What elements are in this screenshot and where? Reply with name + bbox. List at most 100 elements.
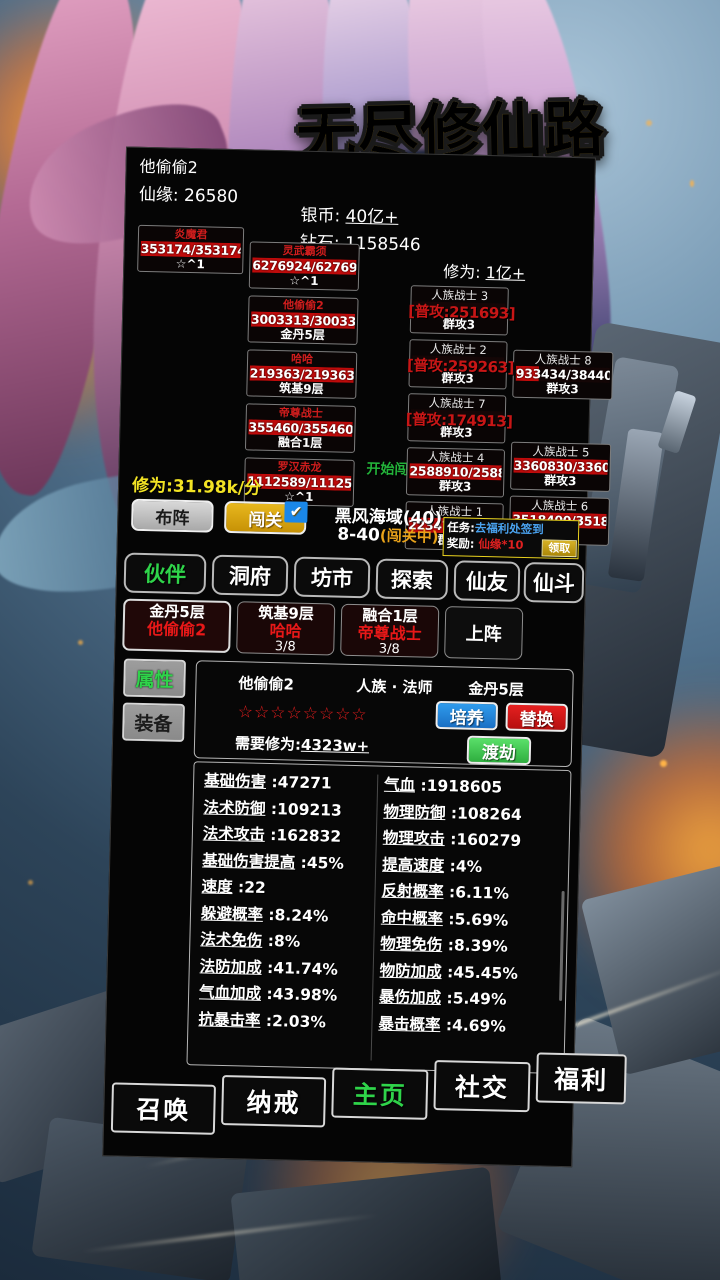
bottom-nav-storage[interactable]: 纳戒 bbox=[221, 1074, 327, 1128]
task-key: 任务: bbox=[447, 520, 475, 535]
ally-hp-bar: 353174/353174 bbox=[140, 240, 241, 258]
bottom-nav-summon[interactable]: 召唤 bbox=[110, 1082, 216, 1135]
enemy-hp-text: 933434/3844060 bbox=[515, 365, 610, 383]
party-slot[interactable]: 金丹5层 他偷偷2 bbox=[122, 598, 232, 654]
nav-tab-xiandou[interactable]: 仙斗 bbox=[523, 561, 585, 604]
stage-status: (闯关中) bbox=[379, 526, 439, 546]
cultivation-rate: 修为:31.98k/分 bbox=[131, 475, 262, 499]
nav-tab-fangshi[interactable]: 坊市 bbox=[293, 556, 371, 599]
party-slot[interactable]: 融合1层 帝尊战士 3/8 bbox=[340, 603, 440, 658]
ally-name: 炎魔君 bbox=[174, 227, 208, 242]
ally-hp-bar: 6276924/6276924 bbox=[252, 257, 357, 275]
stat-key: 速度 bbox=[201, 877, 233, 897]
ally-card[interactable]: 帝尊战士 355460/355460 融合1层 bbox=[244, 403, 357, 454]
stat-row: 物理防御 :108264 bbox=[383, 802, 522, 824]
reward-value: 仙缘*10 bbox=[478, 536, 524, 552]
replace-button[interactable]: 替换 bbox=[505, 702, 569, 733]
tribulation-button[interactable]: 渡劫 bbox=[466, 735, 532, 766]
stat-key: 基础伤害提高 bbox=[202, 850, 296, 872]
claim-button[interactable]: 领取 bbox=[541, 539, 577, 558]
bottom-nav-welfare[interactable]: 福利 bbox=[535, 1052, 627, 1105]
enemy-card[interactable]: 人族战士 5 3360830/3360830 群攻3 bbox=[510, 441, 612, 492]
stat-row: 法防加成 :41.74% bbox=[199, 956, 339, 979]
stat-value: 109213 bbox=[276, 799, 343, 820]
xiuwei-value: 1亿+ bbox=[485, 262, 526, 283]
stat-value: 45% bbox=[306, 853, 345, 873]
stat-row: 气血加成 :43.98% bbox=[198, 983, 338, 1005]
party-slot-fraction: 3/8 bbox=[378, 641, 400, 657]
required-cultivation-label: 需要修为: bbox=[234, 734, 302, 754]
ally-card[interactable]: 他偷偷2 3003313/3003313 金丹5层 bbox=[247, 295, 359, 346]
stat-value: 8.39% bbox=[453, 936, 508, 956]
xiuwei-label: 修为: bbox=[442, 261, 486, 282]
party-slot[interactable]: 筑基9层 哈哈 3/8 bbox=[236, 601, 336, 656]
enemy-rank: 群攻3 bbox=[546, 381, 579, 397]
formation-button[interactable]: 布阵 bbox=[131, 498, 214, 533]
player-name: 他偷偷2 bbox=[139, 156, 198, 178]
party-slot-name: 他偷偷2 bbox=[146, 618, 207, 640]
stat-row: 基础伤害 :47271 bbox=[203, 771, 332, 793]
enemy-name: 人族战士 8 bbox=[534, 352, 592, 368]
stat-row: 速度 :22 bbox=[201, 877, 267, 897]
stat-value: 45.45% bbox=[453, 962, 519, 983]
silver-label: 银币: bbox=[300, 205, 346, 227]
nav-tab-dongfu[interactable]: 洞府 bbox=[211, 554, 289, 597]
stat-value: 5.49% bbox=[452, 989, 507, 1009]
stat-value: 108264 bbox=[456, 803, 522, 824]
task-box[interactable]: 任务:去福利处签到 奖励: 仙缘*10 领取 bbox=[442, 517, 580, 560]
ui-content: 他偷偷2 仙缘: 26580 银币: 40亿+ 钻石: 1158546 修为: … bbox=[102, 146, 627, 1167]
stat-value: 5.69% bbox=[454, 909, 509, 930]
stat-row: 抗暴击率 :2.03% bbox=[198, 1009, 327, 1031]
stat-row: 物理免伤 :8.39% bbox=[380, 934, 508, 956]
ally-card[interactable]: 哈哈 219363/219363 筑基9层 bbox=[246, 349, 358, 400]
stat-key: 暴击概率 bbox=[378, 1014, 441, 1034]
bottom-nav-social[interactable]: 社交 bbox=[433, 1059, 531, 1113]
stat-key: 物理防御 bbox=[383, 802, 446, 822]
enemy-rank: 群攻3 bbox=[438, 478, 472, 494]
stat-row: 暴击概率 :4.69% bbox=[378, 1014, 507, 1036]
xiuwei-counter: 修为: 1亿+ bbox=[443, 258, 526, 284]
character-info-card: 他偷偷2 人族 · 法师 金丹5层 ☆☆☆☆☆☆☆☆ 需要修为:4323w+ 培… bbox=[193, 660, 574, 768]
required-cultivation: 需要修为:4323w+ bbox=[235, 732, 370, 756]
game-ui-overlay: 他偷偷2 仙缘: 26580 银币: 40亿+ 钻石: 1158546 修为: … bbox=[102, 146, 627, 1168]
stat-key: 基础伤害 bbox=[203, 771, 267, 791]
ally-card[interactable]: 灵武霸须 6276924/6276924 ☆^1 bbox=[248, 241, 360, 292]
cultivate-button[interactable]: 培养 bbox=[435, 700, 499, 731]
stat-value: 22 bbox=[244, 878, 267, 897]
enemy-card[interactable]: 人族战士 4 2588910/2588910 群攻3 bbox=[405, 447, 506, 498]
ally-hp-text: 3003313/3003313 bbox=[250, 311, 356, 329]
character-race-class: 人族 · 法师 bbox=[356, 677, 433, 697]
stat-value: 43.98% bbox=[272, 985, 338, 1005]
side-tab-attributes[interactable]: 属性 bbox=[123, 658, 186, 699]
enemy-hp-bar: 2588910/2588910 bbox=[409, 463, 502, 481]
bottom-nav-home[interactable]: 主页 bbox=[331, 1067, 429, 1120]
stage-challenge-label: 闯关 bbox=[248, 509, 283, 531]
enemy-hp-bar: 3360830/3360830 bbox=[513, 457, 608, 475]
ally-hp-text: 1112589/1112589 bbox=[247, 472, 352, 491]
stat-value: 47271 bbox=[277, 773, 332, 793]
ally-card[interactable]: 炎魔君 353174/353174 ☆^1 bbox=[137, 224, 245, 275]
ally-hp-text: 353174/353174 bbox=[140, 240, 241, 258]
side-tab-equipment[interactable]: 装备 bbox=[122, 702, 185, 742]
enemy-hp-text: 3360830/3360830 bbox=[513, 457, 608, 475]
nav-tab-xianyou[interactable]: 仙友 bbox=[453, 560, 521, 602]
ally-hp-bar: 1112589/1112589 bbox=[247, 472, 352, 491]
party-slot-name: 帝尊战士 bbox=[357, 622, 422, 644]
ally-hp-bar: 219363/219363 bbox=[249, 364, 354, 383]
enemy-rank: 群攻3 bbox=[543, 473, 577, 489]
stat-row: 基础伤害提高 :45% bbox=[202, 850, 345, 873]
stats-panel: 基础伤害 :47271 法术防御 :109213 法术攻击 :162832 基础… bbox=[186, 761, 572, 1075]
stat-key: 法术防御 bbox=[203, 797, 266, 818]
stat-key: 躲避概率 bbox=[200, 903, 264, 924]
ally-rank: 融合1层 bbox=[277, 434, 323, 450]
nav-tab-tansuo[interactable]: 探索 bbox=[375, 558, 449, 601]
enemy-card[interactable]: 人族战士 8 933434/3844060 群攻3 bbox=[512, 349, 614, 400]
nav-tab-huoban[interactable]: 伙伴 bbox=[123, 552, 207, 595]
party-add-slot[interactable]: 上阵 bbox=[444, 606, 524, 660]
stat-value: 4.69% bbox=[451, 1015, 507, 1036]
stage-challenge-button[interactable]: 闯关 ✔ bbox=[223, 500, 308, 535]
stat-row: 法术免伤 :8% bbox=[200, 930, 301, 951]
ally-rank: ☆^1 bbox=[175, 256, 206, 271]
ally-hp-bar: 3003313/3003313 bbox=[250, 311, 356, 329]
stat-row: 反射概率 :6.11% bbox=[381, 881, 510, 903]
